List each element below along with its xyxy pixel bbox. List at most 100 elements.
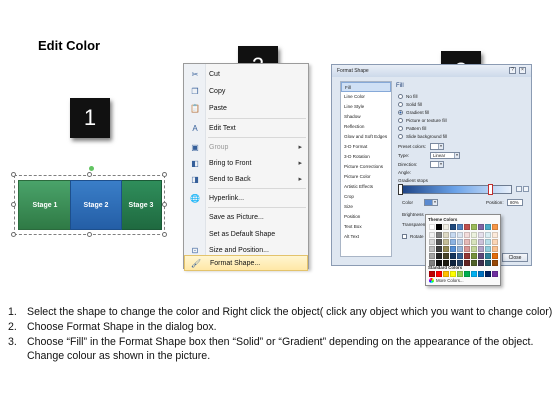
color-swatch[interactable] — [478, 232, 484, 238]
menu-item-copy[interactable]: ❐ Copy — [184, 83, 308, 99]
color-swatch[interactable] — [485, 224, 491, 230]
color-swatch[interactable] — [464, 239, 470, 245]
category-shadow[interactable]: Shadow — [341, 112, 391, 122]
color-swatch[interactable] — [485, 246, 491, 252]
resize-handle-mr[interactable] — [162, 202, 167, 207]
color-swatch[interactable] — [429, 246, 435, 252]
color-swatch[interactable] — [429, 271, 435, 277]
color-swatch[interactable] — [464, 246, 470, 252]
menu-item-group[interactable]: ▣ Group ▸ — [184, 139, 308, 155]
category-text-box[interactable]: Text Box — [341, 222, 391, 232]
color-swatch[interactable] — [485, 253, 491, 259]
color-swatch[interactable] — [492, 224, 498, 230]
color-swatch[interactable] — [471, 224, 477, 230]
color-swatch[interactable] — [436, 239, 442, 245]
preset-colors-dropdown[interactable]: ▾ — [430, 143, 444, 150]
radio-slide-bg-fill[interactable]: Slide background fill — [398, 133, 447, 140]
color-swatch[interactable] — [492, 271, 498, 277]
type-dropdown[interactable]: Linear ▾ — [430, 152, 460, 159]
radio-pattern-fill[interactable]: Pattern fill — [398, 125, 426, 132]
color-swatch[interactable] — [443, 239, 449, 245]
category-line-style[interactable]: Line Style — [341, 102, 391, 112]
menu-item-hyperlink[interactable]: 🌐 Hyperlink... — [184, 190, 308, 206]
color-swatch[interactable] — [485, 239, 491, 245]
direction-dropdown[interactable]: ▾ — [430, 161, 444, 168]
color-swatch[interactable] — [436, 253, 442, 259]
color-swatch[interactable] — [492, 260, 498, 266]
color-swatch[interactable] — [457, 232, 463, 238]
color-swatch[interactable] — [478, 224, 484, 230]
category-glow[interactable]: Glow and Soft Edges — [341, 132, 391, 142]
color-swatch[interactable] — [471, 239, 477, 245]
stage-1-shape[interactable]: Stage 1 — [18, 180, 72, 230]
close-icon[interactable]: × — [519, 67, 526, 74]
color-swatch[interactable] — [450, 224, 456, 230]
color-swatch[interactable] — [471, 246, 477, 252]
category-3d-rotation[interactable]: 3-D Rotation — [341, 152, 391, 162]
color-swatch[interactable] — [457, 224, 463, 230]
color-swatch[interactable] — [492, 253, 498, 259]
menu-item-edit-text[interactable]: A Edit Text — [184, 120, 308, 136]
menu-item-send-to-back[interactable]: ◨ Send to Back ▸ — [184, 171, 308, 187]
color-swatch[interactable] — [471, 271, 477, 277]
color-swatch[interactable] — [478, 253, 484, 259]
category-crop[interactable]: Crop — [341, 192, 391, 202]
color-swatch[interactable] — [492, 246, 498, 252]
color-swatch[interactable] — [450, 232, 456, 238]
category-size[interactable]: Size — [341, 202, 391, 212]
remove-stop-icon[interactable] — [523, 186, 529, 192]
rotate-checkbox[interactable]: Rotate — [402, 233, 424, 240]
stage-2-shape[interactable]: Stage 2 — [70, 180, 122, 230]
color-swatch[interactable] — [450, 239, 456, 245]
category-position[interactable]: Position — [341, 212, 391, 222]
menu-item-format-shape[interactable]: 🖌 Format Shape... — [184, 255, 308, 271]
color-swatch[interactable] — [478, 260, 484, 266]
rotation-handle[interactable] — [89, 166, 94, 171]
color-swatch[interactable] — [471, 232, 477, 238]
color-swatch[interactable] — [464, 271, 470, 277]
color-swatch[interactable] — [450, 246, 456, 252]
help-icon[interactable]: ? — [509, 67, 516, 74]
color-swatch[interactable] — [429, 232, 435, 238]
resize-handle-tl[interactable] — [11, 172, 16, 177]
radio-gradient-fill[interactable]: Gradient fill — [398, 109, 429, 116]
menu-item-paste[interactable]: 📋 Paste — [184, 100, 308, 116]
category-fill[interactable]: Fill — [341, 82, 391, 92]
color-swatch[interactable] — [436, 246, 442, 252]
color-swatch[interactable] — [443, 232, 449, 238]
radio-picture-fill[interactable]: Picture or texture fill — [398, 117, 447, 124]
color-swatch[interactable] — [443, 246, 449, 252]
color-swatch[interactable] — [457, 253, 463, 259]
resize-handle-br[interactable] — [162, 232, 167, 237]
color-swatch[interactable] — [457, 239, 463, 245]
category-picture-color[interactable]: Picture Color — [341, 172, 391, 182]
radio-solid-fill[interactable]: Solid fill — [398, 101, 422, 108]
more-colors-link[interactable]: More Colors... — [429, 278, 464, 283]
add-stop-icon[interactable] — [516, 186, 522, 192]
close-button[interactable]: Close — [502, 253, 528, 262]
menu-item-bring-to-front[interactable]: ◧ Bring to Front ▸ — [184, 155, 308, 171]
color-swatch[interactable] — [492, 239, 498, 245]
menu-item-set-default-shape[interactable]: Set as Default Shape — [184, 226, 308, 242]
color-swatch[interactable] — [471, 253, 477, 259]
color-swatch[interactable] — [450, 271, 456, 277]
resize-handle-tr[interactable] — [162, 172, 167, 177]
color-swatch[interactable] — [436, 271, 442, 277]
color-swatch[interactable] — [464, 232, 470, 238]
color-swatch[interactable] — [485, 260, 491, 266]
color-swatch[interactable] — [478, 246, 484, 252]
category-3d-format[interactable]: 3-D Format — [341, 142, 391, 152]
category-artistic-effects[interactable]: Artistic Effects — [341, 182, 391, 192]
resize-handle-bm[interactable] — [87, 232, 92, 237]
gradient-stop-handle[interactable] — [398, 184, 403, 195]
category-reflection[interactable]: Reflection — [341, 122, 391, 132]
color-swatch[interactable] — [436, 224, 442, 230]
color-swatch[interactable] — [471, 260, 477, 266]
color-swatch[interactable] — [485, 271, 491, 277]
color-picker-dropdown[interactable]: ▾ — [424, 199, 438, 206]
stage-3-shape[interactable]: Stage 3 — [120, 180, 162, 230]
color-swatch[interactable] — [464, 260, 470, 266]
resize-handle-tm[interactable] — [87, 172, 92, 177]
color-swatch[interactable] — [429, 239, 435, 245]
category-alt-text[interactable]: Alt Text — [341, 232, 391, 242]
